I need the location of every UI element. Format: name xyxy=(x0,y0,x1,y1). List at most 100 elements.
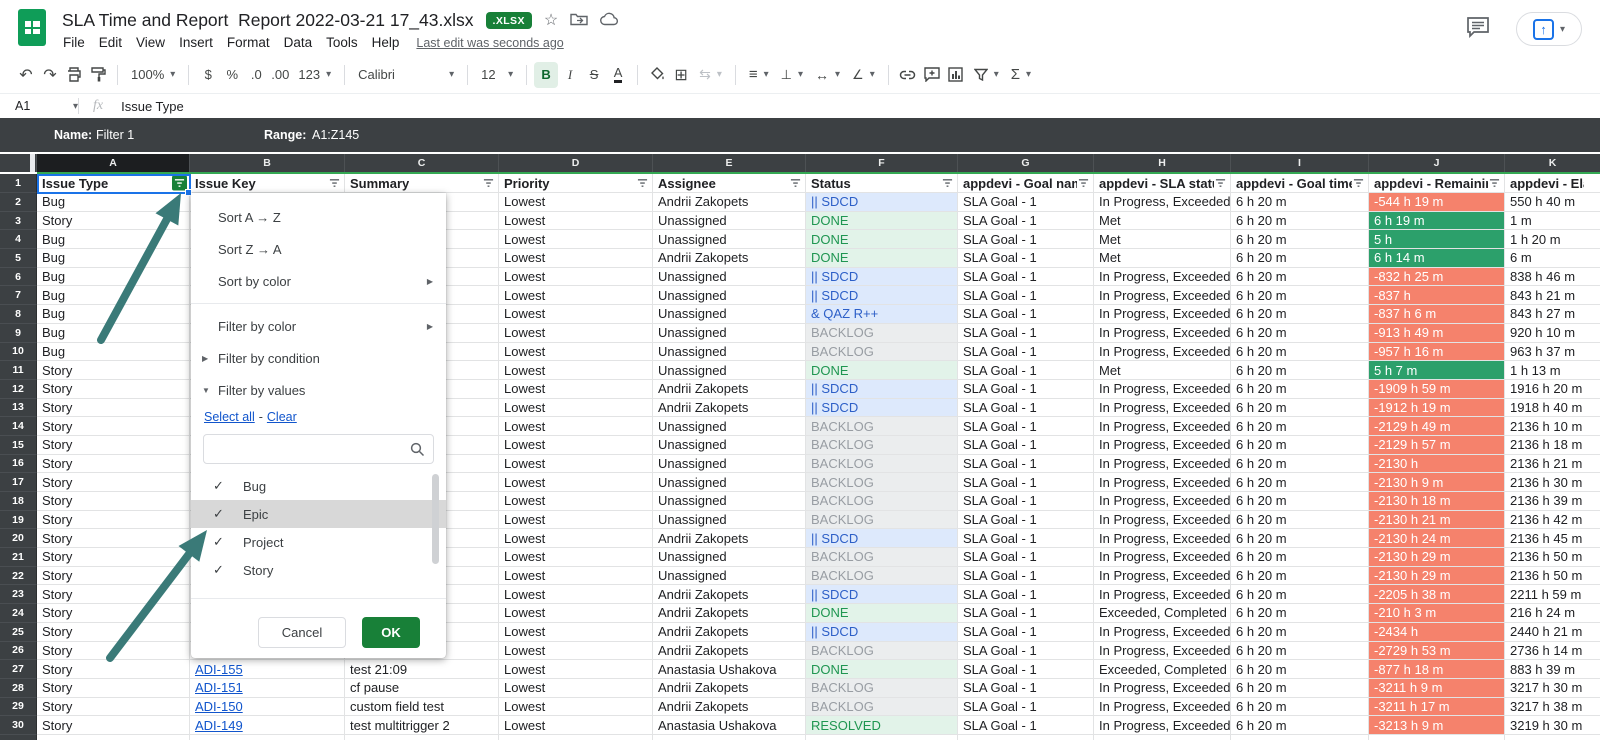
cell-G21[interactable]: SLA Goal - 1 xyxy=(958,548,1094,567)
cell-E24[interactable]: Andrii Zakopets xyxy=(653,604,806,623)
cell-I16[interactable]: 6 h 20 m xyxy=(1231,455,1369,474)
filter-icon[interactable] xyxy=(1077,177,1090,190)
cell-F10[interactable]: BACKLOG xyxy=(806,343,958,362)
cell-D11[interactable]: Lowest xyxy=(499,361,653,380)
cloud-saved-icon[interactable] xyxy=(600,12,619,30)
cell-J11[interactable]: 5 h 7 m xyxy=(1369,361,1505,380)
cell-J16[interactable]: -2130 h xyxy=(1369,455,1505,474)
cell-A30[interactable]: Story xyxy=(37,716,190,735)
cell-I4[interactable]: 6 h 20 m xyxy=(1231,230,1369,249)
column-header-I[interactable]: I xyxy=(1231,154,1369,172)
cell-K29[interactable]: 3217 h 38 m xyxy=(1505,698,1600,717)
cell-E23[interactable]: Andrii Zakopets xyxy=(653,585,806,604)
cell-A10[interactable]: Bug xyxy=(37,343,190,362)
cell-K9[interactable]: 920 h 10 m xyxy=(1505,324,1600,343)
cell-K11[interactable]: 1 h 13 m xyxy=(1505,361,1600,380)
cell-H17[interactable]: In Progress, Exceeded xyxy=(1094,473,1231,492)
cell-E26[interactable]: Andrii Zakopets xyxy=(653,642,806,661)
cell-E15[interactable]: Unassigned xyxy=(653,436,806,455)
filter-range-value[interactable]: A1:Z145 xyxy=(312,128,359,142)
print-button[interactable] xyxy=(62,62,86,88)
cell-I29[interactable]: 6 h 20 m xyxy=(1231,698,1369,717)
cell-H29[interactable]: In Progress, Exceeded xyxy=(1094,698,1231,717)
cell-H25[interactable]: In Progress, Exceeded xyxy=(1094,623,1231,642)
paint-format-button[interactable] xyxy=(86,62,110,88)
cell-J14[interactable]: -2129 h 49 m xyxy=(1369,417,1505,436)
cell-K27[interactable]: 883 h 39 m xyxy=(1505,660,1600,679)
cell-K23[interactable]: 2211 h 59 m xyxy=(1505,585,1600,604)
header-cell-F[interactable]: Status xyxy=(806,174,958,193)
cell-A5[interactable]: Bug xyxy=(37,249,190,268)
header-cell-E[interactable]: Assignee xyxy=(653,174,806,193)
cell-D5[interactable]: Lowest xyxy=(499,249,653,268)
cell-F18[interactable]: BACKLOG xyxy=(806,492,958,511)
cell-E4[interactable]: Unassigned xyxy=(653,230,806,249)
column-header-G[interactable]: G xyxy=(958,154,1094,172)
header-cell-C[interactable]: Summary xyxy=(345,174,499,193)
header-cell-B[interactable]: Issue Key xyxy=(190,174,345,193)
cell-J30[interactable]: -3213 h 9 m xyxy=(1369,716,1505,735)
cell-E16[interactable]: Unassigned xyxy=(653,455,806,474)
cell-F3[interactable]: DONE xyxy=(806,212,958,231)
cell-J18[interactable]: -2130 h 18 m xyxy=(1369,492,1505,511)
cell-K4[interactable]: 1 h 20 m xyxy=(1505,230,1600,249)
cell-E27[interactable]: Anastasia Ushakova xyxy=(653,660,806,679)
cell-K6[interactable]: 838 h 46 m xyxy=(1505,268,1600,287)
column-header-D[interactable]: D xyxy=(499,154,653,172)
strikethrough-button[interactable]: S xyxy=(582,62,606,88)
row-header-23[interactable]: 23 xyxy=(0,585,37,604)
cell-H4[interactable]: Met xyxy=(1094,230,1231,249)
cell-D2[interactable]: Lowest xyxy=(499,193,653,212)
cell-H22[interactable]: In Progress, Exceeded xyxy=(1094,567,1231,586)
menu-format[interactable]: Format xyxy=(220,33,277,52)
cell-H12[interactable]: In Progress, Exceeded xyxy=(1094,380,1231,399)
text-wrap-button[interactable]: ↔▾ xyxy=(809,62,846,88)
text-color-button[interactable]: A xyxy=(606,62,630,88)
cell-E14[interactable]: Unassigned xyxy=(653,417,806,436)
cell-J24[interactable]: -210 h 3 m xyxy=(1369,604,1505,623)
cell-E18[interactable]: Unassigned xyxy=(653,492,806,511)
cell-J6[interactable]: -832 h 25 m xyxy=(1369,268,1505,287)
row-header-26[interactable]: 26 xyxy=(0,642,37,661)
cell-K14[interactable]: 2136 h 10 m xyxy=(1505,417,1600,436)
sheets-logo-icon[interactable] xyxy=(18,9,46,46)
cell-A19[interactable]: Story xyxy=(37,511,190,530)
column-header-H[interactable]: H xyxy=(1094,154,1231,172)
cell-F29[interactable]: BACKLOG xyxy=(806,698,958,717)
cell-D28[interactable]: Lowest xyxy=(499,679,653,698)
cell-D10[interactable]: Lowest xyxy=(499,343,653,362)
row-header-19[interactable]: 19 xyxy=(0,511,37,530)
menu-item-sort-by-color[interactable]: Sort by color ▶ xyxy=(191,265,446,297)
cell-A20[interactable]: Story xyxy=(37,529,190,548)
cell-E6[interactable]: Unassigned xyxy=(653,268,806,287)
cell-J25[interactable]: -2434 h xyxy=(1369,623,1505,642)
cell-E20[interactable]: Andrii Zakopets xyxy=(653,529,806,548)
cell-J29[interactable]: -3211 h 17 m xyxy=(1369,698,1505,717)
menu-item-sort-za[interactable]: Sort Z → A xyxy=(191,233,446,265)
comment-history-icon[interactable] xyxy=(1466,16,1490,43)
filter-icon[interactable] xyxy=(1488,177,1501,190)
row-header-14[interactable]: 14 xyxy=(0,417,37,436)
cell-I25[interactable]: 6 h 20 m xyxy=(1231,623,1369,642)
cell-I19[interactable]: 6 h 20 m xyxy=(1231,511,1369,530)
cell-J20[interactable]: -2130 h 24 m xyxy=(1369,529,1505,548)
cell-F23[interactable]: || SDCD xyxy=(806,585,958,604)
cell-G18[interactable]: SLA Goal - 1 xyxy=(958,492,1094,511)
number-format-select[interactable]: 123▾ xyxy=(292,62,337,88)
cell-H5[interactable]: Met xyxy=(1094,249,1231,268)
cell-K19[interactable]: 2136 h 42 m xyxy=(1505,511,1600,530)
cell-E2[interactable]: Andrii Zakopets xyxy=(653,193,806,212)
row-header-25[interactable]: 25 xyxy=(0,623,37,642)
cell-J27[interactable]: -877 h 18 m xyxy=(1369,660,1505,679)
row-header-3[interactable]: 3 xyxy=(0,212,37,231)
filter-icon[interactable] xyxy=(1352,177,1365,190)
cell-J9[interactable]: -913 h 49 m xyxy=(1369,324,1505,343)
cell-J19[interactable]: -2130 h 21 m xyxy=(1369,511,1505,530)
cell-A14[interactable]: Story xyxy=(37,417,190,436)
cell-A27[interactable]: Story xyxy=(37,660,190,679)
menu-tools[interactable]: Tools xyxy=(319,33,365,52)
cell-H13[interactable]: In Progress, Exceeded xyxy=(1094,399,1231,418)
cell-K17[interactable]: 2136 h 30 m xyxy=(1505,473,1600,492)
zoom-select[interactable]: 100%▾ xyxy=(125,62,181,88)
cell-A22[interactable]: Story xyxy=(37,567,190,586)
